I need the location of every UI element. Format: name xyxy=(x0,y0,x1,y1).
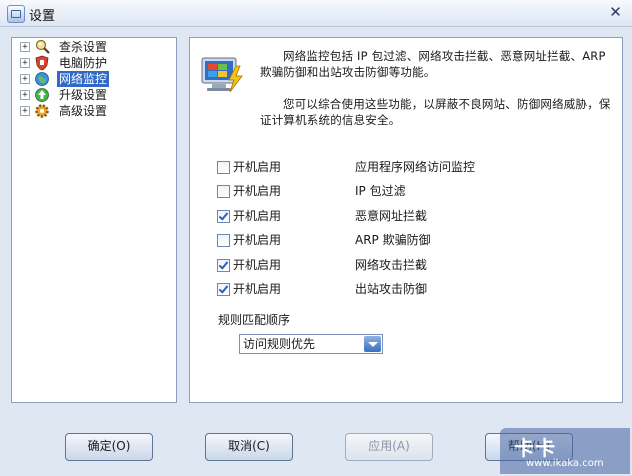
tree-item-label: 升级设置 xyxy=(59,88,108,102)
feature-name: IP 包过滤 xyxy=(355,184,406,198)
chevron-down-icon[interactable] xyxy=(364,336,381,352)
feature-name: ARP 欺骗防御 xyxy=(355,233,431,247)
title-bar: 设置 ✕ xyxy=(0,0,632,27)
tree-item-label: 网络监控 xyxy=(57,71,110,87)
tree-expand-icon[interactable]: + xyxy=(20,42,30,52)
startup-enable-checkbox[interactable] xyxy=(217,259,230,272)
feature-name: 出站攻击防御 xyxy=(355,282,428,296)
checkbox-label: 开机启用 xyxy=(233,209,282,223)
option-row-outbound-attack: 开机启用 出站攻击防御 xyxy=(217,281,597,297)
network-monitor-panel: 网络监控包括 IP 包过滤、网络攻击拦截、恶意网址拦截、ARP 欺骗防御和出站攻… xyxy=(189,37,623,403)
settings-tree: + 查杀设置 + 电脑防护 + 网络监控 + 升级设置 + 高级设置 xyxy=(11,37,177,403)
watermark-url: www.ikaka.com xyxy=(526,458,604,469)
tree-item-label: 查杀设置 xyxy=(59,40,108,54)
tree-item-label: 电脑防护 xyxy=(59,56,108,70)
startup-enable-checkbox[interactable] xyxy=(217,185,230,198)
checkbox-label: 开机启用 xyxy=(233,233,282,247)
option-row-arp-defense: 开机启用 ARP 欺骗防御 xyxy=(217,232,597,248)
checkbox-label: 开机启用 xyxy=(233,184,282,198)
checkbox-label: 开机启用 xyxy=(233,160,282,174)
feature-name: 网络攻击拦截 xyxy=(355,258,428,272)
tree-expand-icon[interactable]: + xyxy=(20,58,30,68)
settings-app-icon xyxy=(7,5,25,23)
close-button[interactable]: ✕ xyxy=(605,3,626,22)
update-icon xyxy=(35,88,49,102)
tree-item-label: 高级设置 xyxy=(59,104,108,118)
rule-order-label: 规则匹配顺序 xyxy=(218,313,291,327)
feature-name: 应用程序网络访问监控 xyxy=(355,160,476,174)
feature-name: 恶意网址拦截 xyxy=(355,209,428,223)
startup-enable-checkbox[interactable] xyxy=(217,234,230,247)
window-title: 设置 xyxy=(29,9,56,24)
checkbox-label: 开机启用 xyxy=(233,282,282,296)
shield-icon xyxy=(35,55,49,71)
gear-icon xyxy=(35,104,49,118)
site-watermark: 卡卡 www.ikaka.com xyxy=(500,428,630,474)
option-row-malicious-url: 开机启用 恶意网址拦截 xyxy=(217,208,597,224)
startup-enable-checkbox[interactable] xyxy=(217,161,230,174)
option-row-ip-filter: 开机启用 IP 包过滤 xyxy=(217,183,597,199)
feature-description: 网络监控包括 IP 包过滤、网络攻击拦截、恶意网址拦截、ARP 欺骗防御和出站攻… xyxy=(260,48,615,128)
option-row-app-network-access: 开机启用 应用程序网络访问监控 xyxy=(217,159,597,175)
startup-enable-checkbox[interactable] xyxy=(217,283,230,296)
rule-order-value: 访问规则优先 xyxy=(243,337,316,351)
option-row-network-attack: 开机启用 网络攻击拦截 xyxy=(217,257,597,273)
monitor-lightning-icon xyxy=(201,57,243,93)
ok-button[interactable]: 确定(O) xyxy=(65,433,153,461)
watermark-brand: 卡卡 xyxy=(514,436,556,460)
tree-expand-icon[interactable]: + xyxy=(20,106,30,116)
apply-button[interactable]: 应用(A) xyxy=(345,433,433,461)
startup-enable-checkbox[interactable] xyxy=(217,210,230,223)
checkbox-label: 开机启用 xyxy=(233,258,282,272)
network-icon xyxy=(35,72,49,86)
description-text: 网络监控包括 IP 包过滤、网络攻击拦截、恶意网址拦截、ARP 欺骗防御和出站攻… xyxy=(260,49,606,79)
tree-expand-icon[interactable]: + xyxy=(20,90,30,100)
scan-icon xyxy=(35,39,50,54)
cancel-button[interactable]: 取消(C) xyxy=(205,433,293,461)
description-text: 您可以综合使用这些功能，以屏蔽不良网站、防御网络威胁，保证计算机系统的信息安全。 xyxy=(260,97,611,127)
rule-order-select[interactable]: 访问规则优先 xyxy=(239,334,383,354)
tree-expand-icon[interactable]: + xyxy=(20,74,30,84)
